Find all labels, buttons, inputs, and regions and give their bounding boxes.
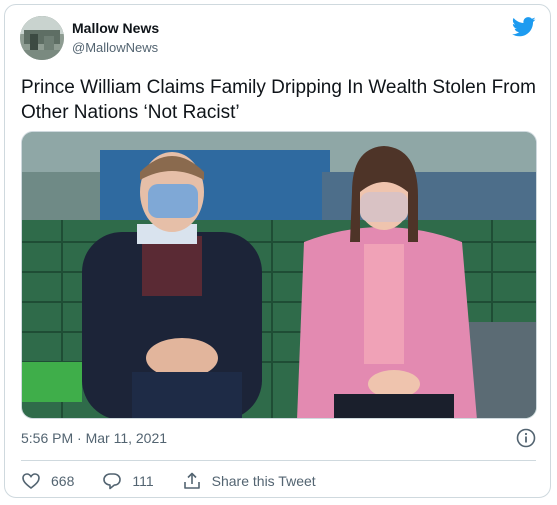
twitter-bird-icon[interactable]	[512, 17, 536, 37]
like-count: 668	[51, 473, 75, 489]
speech-bubble-icon	[103, 473, 122, 490]
tweet-card[interactable]: Mallow News @MallowNews Prince William C…	[4, 4, 551, 498]
tweet-timestamp[interactable]: 5:56 PM · Mar 11, 2021	[21, 430, 167, 446]
tweet-photo[interactable]	[21, 131, 537, 419]
reply-count: 111	[132, 473, 154, 489]
action-bar: 668 111 Share this Tweet	[21, 469, 316, 493]
share-label: Share this Tweet	[211, 473, 316, 489]
divider	[21, 460, 536, 461]
share-button[interactable]: Share this Tweet	[182, 471, 316, 491]
avatar[interactable]	[20, 16, 64, 60]
reply-button[interactable]: 111	[102, 471, 154, 491]
tweet-text: Prince William Claims Family Dripping In…	[21, 77, 536, 123]
heart-icon	[22, 473, 40, 490]
account-name[interactable]: Mallow News	[72, 20, 159, 36]
like-button[interactable]: 668	[21, 471, 74, 491]
info-icon[interactable]	[516, 428, 536, 448]
share-upload-icon	[183, 472, 200, 489]
account-handle[interactable]: @MallowNews	[72, 40, 158, 55]
